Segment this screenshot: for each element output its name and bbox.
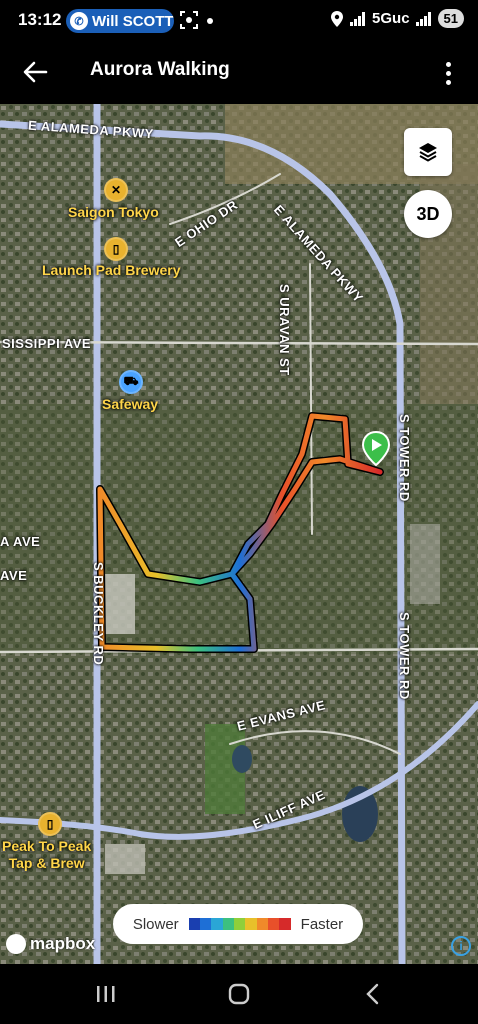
- pond: [232, 745, 252, 773]
- legend-faster-label: Faster: [300, 915, 344, 933]
- street-label-mississippi: SISSIPPI AVE: [2, 336, 92, 351]
- info-icon[interactable]: i: [451, 936, 471, 956]
- recent-apps-icon[interactable]: [86, 980, 126, 1008]
- legend-swatch: [211, 918, 223, 930]
- mapbox-wordmark: mapbox: [30, 934, 96, 953]
- street-label-avenue-1: A AVE: [0, 534, 41, 549]
- street-label-tower-south: S TOWER RD: [397, 612, 412, 700]
- ongoing-call-pill[interactable]: ✆ Will SCOTT: [66, 9, 174, 33]
- poi-launch-pad-brewery[interactable]: Launch Pad Brewery: [42, 262, 181, 278]
- poi-peak-line1: Peak To Peak: [2, 838, 92, 854]
- building-2: [105, 844, 145, 874]
- legend-swatch: [256, 918, 268, 930]
- beer-icon-2[interactable]: ▯: [38, 812, 62, 836]
- map-view[interactable]: E ALAMEDA PKWY E ALAMEDA PKWY E OHIO DR …: [0, 104, 478, 964]
- street-label-tower-north: S TOWER RD: [397, 414, 412, 502]
- notification-dot: [207, 18, 213, 24]
- legend-slower-label: Slower: [132, 915, 179, 933]
- status-time: 13:12: [18, 10, 62, 29]
- beer-icon[interactable]: ▯: [104, 237, 128, 261]
- street-label-avenue-2: AVE: [0, 568, 28, 583]
- screen-capture-icon: [180, 11, 198, 29]
- battery-level: 51: [437, 9, 464, 28]
- signal-icon-2: [415, 11, 431, 26]
- call-contact-name: Will SCOTT: [92, 12, 174, 30]
- legend-swatch: [267, 918, 280, 930]
- status-right-group: 5Guc 51: [330, 9, 464, 28]
- fork-knife-icon[interactable]: ✕: [104, 178, 128, 202]
- poi-peak-line2: Tap & Brew: [8, 855, 85, 871]
- 3d-toggle-button[interactable]: 3D: [404, 190, 452, 238]
- layers-button[interactable]: [404, 128, 452, 176]
- page-title: Aurora Walking: [90, 59, 230, 80]
- mapbox-logo[interactable]: mapbox: [6, 934, 95, 954]
- more-options-icon[interactable]: [436, 55, 460, 91]
- signal-icon: [350, 11, 366, 26]
- building: [105, 574, 135, 634]
- legend-swatch: [233, 918, 246, 930]
- poi-saigon-tokyo[interactable]: Saigon Tokyo: [68, 204, 159, 220]
- home-icon[interactable]: [219, 980, 259, 1008]
- stadium: [410, 524, 440, 604]
- poi-peak-to-peak[interactable]: Peak To Peak Tap & Brew: [2, 838, 91, 872]
- phone-icon: ✆: [70, 12, 88, 30]
- map-canvas[interactable]: [0, 104, 478, 964]
- mapbox-icon: [6, 934, 26, 954]
- network-type: 5Guc: [372, 10, 410, 27]
- legend-swatch: [188, 918, 200, 930]
- status-bar: 13:12 ✆ Will SCOTT 5Guc 51: [0, 0, 478, 42]
- legend-swatch: [200, 918, 212, 930]
- layers-icon: [419, 143, 437, 162]
- street-label-uravan: S URAVAN ST: [277, 284, 292, 376]
- street-label-buckley: S BUCKLEY RD: [91, 562, 106, 666]
- legend-swatch: [279, 918, 291, 930]
- speed-legend: Slower Faster: [113, 904, 363, 944]
- back-nav-icon[interactable]: [353, 980, 393, 1008]
- system-nav-bar: [0, 964, 478, 1024]
- app-bar: Aurora Walking: [0, 42, 478, 104]
- legend-gradient-bar: [188, 918, 291, 930]
- legend-swatch: [245, 918, 257, 930]
- cart-icon[interactable]: ⛟: [119, 370, 143, 394]
- location-icon: [331, 10, 344, 27]
- back-arrow-icon[interactable]: [20, 56, 52, 88]
- poi-safeway[interactable]: Safeway: [102, 396, 158, 412]
- legend-swatch: [222, 918, 234, 930]
